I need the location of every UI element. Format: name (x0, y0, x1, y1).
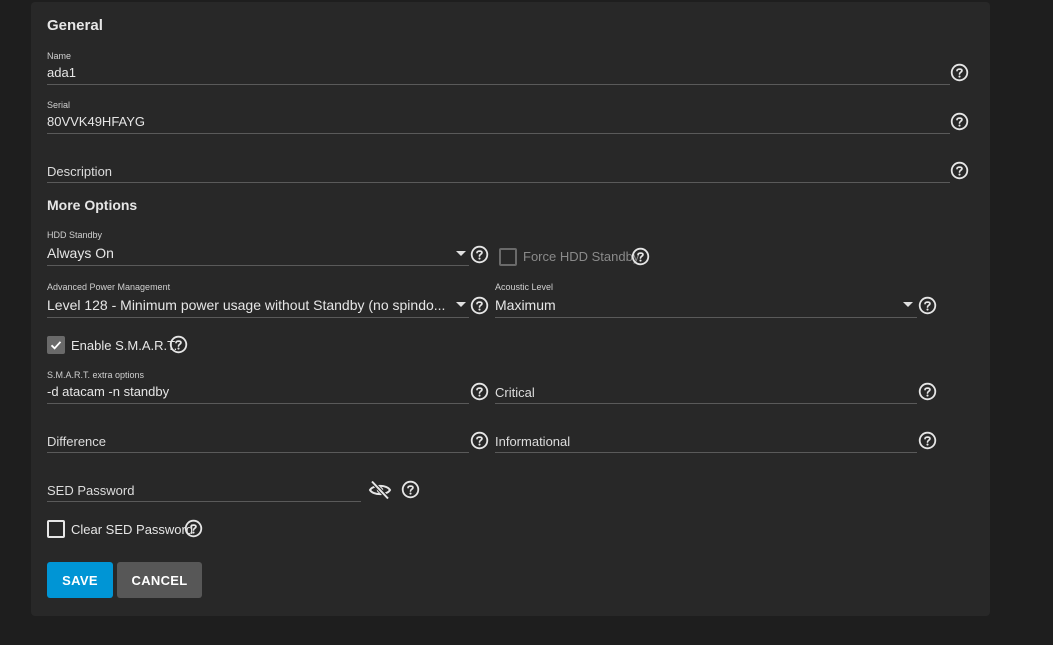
enable-smart-label: Enable S.M.A.R.T. (71, 338, 178, 353)
acoustic-label: Acoustic Level (495, 282, 554, 292)
difference-underline (47, 452, 469, 453)
clear-sed-password-help-icon[interactable] (184, 519, 203, 538)
name-input[interactable]: ada1 (47, 65, 927, 80)
hdd-standby-caret-icon[interactable] (456, 251, 466, 256)
hdd-standby-underline (47, 265, 469, 266)
critical-help-icon[interactable] (918, 382, 937, 401)
critical-underline (495, 403, 917, 404)
acoustic-help-icon[interactable] (918, 296, 937, 315)
hdd-standby-label: HDD Standby (47, 230, 103, 240)
apm-label: Advanced Power Management (47, 282, 171, 292)
acoustic-select[interactable]: Maximum (495, 297, 895, 313)
smart-extra-label: S.M.A.R.T. extra options (47, 370, 145, 380)
informational-help-icon[interactable] (918, 431, 937, 450)
section-title-more-options: More Options (47, 197, 138, 213)
hdd-standby-help-icon[interactable] (470, 245, 489, 264)
apm-select[interactable]: Level 128 - Minimum power usage without … (47, 297, 447, 313)
force-hdd-standby-help-icon[interactable] (631, 247, 650, 266)
apm-underline (47, 317, 469, 318)
description-input[interactable]: Description (47, 164, 112, 179)
enable-smart-checkbox[interactable] (47, 336, 65, 354)
sed-password-underline (47, 501, 361, 502)
smart-extra-underline (47, 403, 469, 404)
serial-label: Serial (47, 100, 71, 110)
sed-password-help-icon[interactable] (401, 480, 420, 499)
acoustic-underline (495, 317, 917, 318)
section-title-general: General (47, 17, 103, 34)
serial-help-icon[interactable] (950, 112, 969, 131)
apm-caret-icon[interactable] (456, 302, 466, 307)
description-help-icon[interactable] (950, 161, 969, 180)
apm-help-icon[interactable] (470, 296, 489, 315)
hdd-standby-select[interactable]: Always On (47, 245, 447, 261)
save-button[interactable]: SAVE (47, 562, 113, 598)
force-hdd-standby-checkbox[interactable] (499, 248, 517, 266)
check-icon (50, 341, 62, 350)
informational-underline (495, 452, 917, 453)
name-label: Name (47, 51, 72, 61)
clear-sed-password-checkbox[interactable] (47, 520, 65, 538)
serial-input[interactable]: 80VVK49HFAYG (47, 114, 927, 129)
smart-extra-input[interactable]: -d atacam -n standby (47, 384, 447, 399)
clear-sed-password-label: Clear SED Password (71, 522, 194, 537)
description-underline (47, 182, 950, 183)
sed-password-input[interactable]: SED Password (47, 483, 134, 498)
enable-smart-help-icon[interactable] (169, 335, 188, 354)
force-hdd-standby-label: Force HDD Standby (523, 249, 640, 264)
acoustic-caret-icon[interactable] (903, 302, 913, 307)
critical-input[interactable]: Critical (495, 385, 535, 400)
difference-help-icon[interactable] (470, 431, 489, 450)
cancel-button[interactable]: CANCEL (117, 562, 202, 598)
serial-underline (47, 133, 950, 134)
informational-input[interactable]: Informational (495, 434, 570, 449)
name-underline (47, 84, 950, 85)
eye-off-icon[interactable] (368, 479, 392, 501)
name-help-icon[interactable] (950, 63, 969, 82)
smart-extra-help-icon[interactable] (470, 382, 489, 401)
disk-edit-card: General Name ada1 Serial 80VVK49HFAYG De… (31, 2, 990, 616)
difference-input[interactable]: Difference (47, 434, 106, 449)
